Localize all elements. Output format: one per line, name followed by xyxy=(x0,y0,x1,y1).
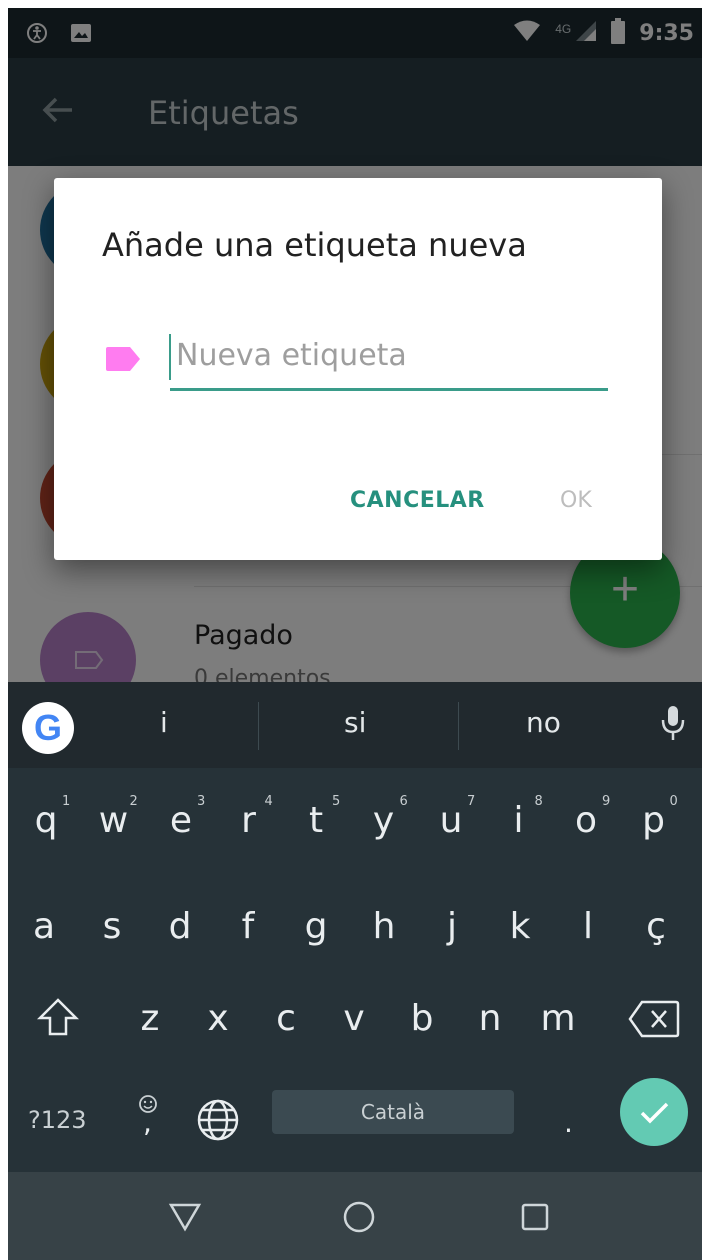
nav-back-icon[interactable] xyxy=(168,1202,202,1237)
key-7-row2[interactable]: k xyxy=(490,906,550,947)
mic-icon[interactable] xyxy=(660,704,686,749)
dialog-title: Añade una etiqueta nueva xyxy=(102,226,527,264)
suggestion-divider xyxy=(458,702,459,750)
backspace-key[interactable] xyxy=(628,1000,680,1043)
navigation-bar xyxy=(8,1172,702,1260)
shift-key[interactable] xyxy=(36,996,80,1045)
suggestion-2[interactable]: si xyxy=(344,706,366,739)
nav-home-icon[interactable] xyxy=(342,1200,376,1239)
add-label-dialog: Añade una etiqueta nueva Nueva etiqueta … xyxy=(54,178,662,560)
google-icon[interactable]: G xyxy=(22,702,74,754)
key-0-row3[interactable]: z xyxy=(120,998,180,1039)
globe-icon[interactable] xyxy=(196,1098,240,1147)
text-cursor xyxy=(169,334,171,380)
key-5-row3[interactable]: n xyxy=(460,998,520,1039)
key-9-row2[interactable]: ç xyxy=(626,906,686,947)
new-label-placeholder: Nueva etiqueta xyxy=(176,338,407,373)
key-2-row3[interactable]: c xyxy=(256,998,316,1039)
key-number-hint: 4 xyxy=(264,794,273,809)
period-key[interactable]: . xyxy=(564,1106,573,1139)
key-5-row2[interactable]: h xyxy=(354,906,414,947)
key-number-hint: 5 xyxy=(332,794,341,809)
suggestion-1[interactable]: i xyxy=(160,706,168,739)
comma-key[interactable]: , xyxy=(143,1106,152,1139)
key-number-hint: 3 xyxy=(197,794,206,809)
key-number-hint: 7 xyxy=(467,794,476,809)
key-number-hint: 9 xyxy=(602,794,611,809)
space-bar[interactable]: Català xyxy=(272,1090,514,1134)
key-6-row3[interactable]: m xyxy=(528,998,588,1039)
key-number-hint: 1 xyxy=(62,794,71,809)
suggestion-divider xyxy=(258,702,259,750)
key-number-hint: 8 xyxy=(534,794,543,809)
key-3-row3[interactable]: v xyxy=(324,998,384,1039)
ok-button[interactable]: OK xyxy=(560,488,592,513)
symbols-key[interactable]: ?123 xyxy=(28,1106,87,1134)
suggestion-3[interactable]: no xyxy=(526,706,561,739)
key-1-row3[interactable]: x xyxy=(188,998,248,1039)
key-4-row3[interactable]: b xyxy=(392,998,452,1039)
key-number-hint: 6 xyxy=(399,794,408,809)
key-8-row2[interactable]: l xyxy=(558,906,618,947)
key-0-row2[interactable]: a xyxy=(14,906,74,947)
key-1-row2[interactable]: s xyxy=(82,906,142,947)
cancel-button[interactable]: CANCELAR xyxy=(350,488,485,513)
key-6-row2[interactable]: j xyxy=(422,906,482,947)
key-3-row2[interactable]: f xyxy=(218,906,278,947)
done-key[interactable] xyxy=(620,1078,688,1146)
key-number-hint: 2 xyxy=(129,794,138,809)
phone-screen: 4G 9:35 Etiquetas Pagado 0 elementos + xyxy=(8,8,702,1260)
key-2-row2[interactable]: d xyxy=(150,906,210,947)
tag-icon[interactable] xyxy=(104,346,142,377)
checkmark-icon xyxy=(640,1102,669,1124)
key-number-hint: 0 xyxy=(669,794,678,809)
key-4-row2[interactable]: g xyxy=(286,906,346,947)
suggestion-strip: G i si no xyxy=(8,682,702,768)
nav-recents-icon[interactable] xyxy=(520,1202,550,1237)
